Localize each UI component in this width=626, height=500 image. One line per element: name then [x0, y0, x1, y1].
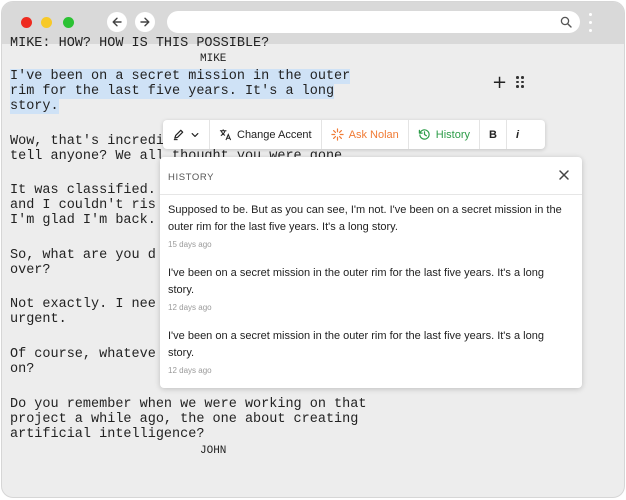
dialogue-line: over?	[10, 263, 51, 278]
address-bar[interactable]	[167, 11, 580, 33]
history-panel: HISTORY Supposed to be. But as you can s…	[160, 157, 582, 388]
sparkle-icon	[330, 128, 344, 141]
history-entry-text: Supposed to be. But as you can see, I'm …	[168, 204, 562, 233]
history-entry[interactable]: Supposed to be. But as you can see, I'm …	[168, 202, 563, 249]
dialogue-line: So, what are you d	[10, 248, 156, 263]
minimize-window-button[interactable]	[41, 17, 52, 28]
character-name-john: JOHN	[200, 445, 227, 457]
change-accent-label: Change Accent	[237, 128, 312, 141]
pen-dropdown-button[interactable]	[163, 120, 210, 149]
dialogue-line: I've been on a secret mission in the out…	[10, 69, 351, 84]
selected-dialogue[interactable]: I've been on a secret mission in the out…	[10, 69, 351, 129]
script-editor[interactable]: MIKE: HOW? HOW IS THIS POSSIBLE?	[10, 36, 269, 72]
pen-icon	[173, 129, 184, 141]
partial-dialogue-line: MIKE: HOW? HOW IS THIS POSSIBLE?	[10, 36, 270, 46]
dialogue-line: project a while ago, the one about creat…	[10, 412, 359, 427]
ask-nolan-button[interactable]: Ask Nolan	[322, 120, 409, 149]
history-entry-text: I've been on a secret mission in the out…	[168, 330, 544, 359]
history-entry[interactable]: I've been on a secret mission in the out…	[168, 328, 563, 375]
history-entry[interactable]: I've been on a secret mission in the out…	[168, 265, 563, 312]
history-panel-header: HISTORY	[160, 157, 582, 195]
dialogue-line: It was classified.	[10, 183, 156, 198]
dialogue-line: Not exactly. I nee	[10, 297, 156, 312]
history-entry-text: I've been on a secret mission in the out…	[168, 267, 544, 296]
translate-icon	[219, 129, 232, 141]
history-label: History	[435, 128, 470, 141]
dialogue-line: story.	[10, 99, 59, 114]
italic-label: i	[515, 128, 520, 141]
bold-button[interactable]: B	[480, 120, 507, 149]
close-icon[interactable]	[558, 169, 570, 181]
dialogue-line: Do you remember when we were working on …	[10, 397, 367, 412]
dialogue-line: Of course, whateve	[10, 347, 156, 362]
history-entry-time: 15 days ago	[168, 240, 212, 249]
chevron-down-icon	[191, 132, 199, 137]
history-entry-time: 12 days ago	[168, 303, 212, 312]
script-body[interactable]: Wow, that's incredi tell anyone? We all …	[10, 134, 366, 442]
dialogue-line: I'm glad I'm back.	[10, 213, 156, 228]
maximize-window-button[interactable]	[63, 17, 74, 28]
change-accent-button[interactable]: Change Accent	[210, 120, 322, 149]
add-block-icon[interactable]: +	[492, 72, 507, 93]
dialogue-line: on?	[10, 362, 35, 377]
drag-handle-icon[interactable]	[516, 76, 526, 88]
dialogue-line: artificial intelligence?	[10, 427, 205, 442]
dialogue-line: Wow, that's incredi	[10, 134, 164, 149]
dialogue-line: rim for the last five years. It's a long	[10, 84, 335, 99]
floating-toolbar: Change Accent Ask Nolan History B i	[163, 120, 545, 149]
back-button[interactable]	[107, 12, 127, 32]
dialogue-line: urgent.	[10, 312, 67, 327]
kebab-menu-icon[interactable]	[589, 13, 593, 35]
history-entry-time: 12 days ago	[168, 366, 212, 375]
history-icon	[418, 129, 430, 140]
ask-nolan-label: Ask Nolan	[348, 128, 399, 141]
history-button[interactable]: History	[409, 120, 480, 149]
italic-button[interactable]: i	[507, 120, 528, 149]
back-arrow-icon	[112, 17, 122, 27]
character-name-mike: MIKE	[200, 53, 227, 65]
history-panel-title: HISTORY	[168, 172, 215, 183]
forward-button[interactable]	[135, 12, 155, 32]
search-icon[interactable]	[560, 16, 572, 28]
forward-arrow-icon	[140, 17, 150, 27]
bold-label: B	[489, 128, 497, 141]
close-window-button[interactable]	[21, 17, 32, 28]
dialogue-line: and I couldn't ris	[10, 198, 156, 213]
